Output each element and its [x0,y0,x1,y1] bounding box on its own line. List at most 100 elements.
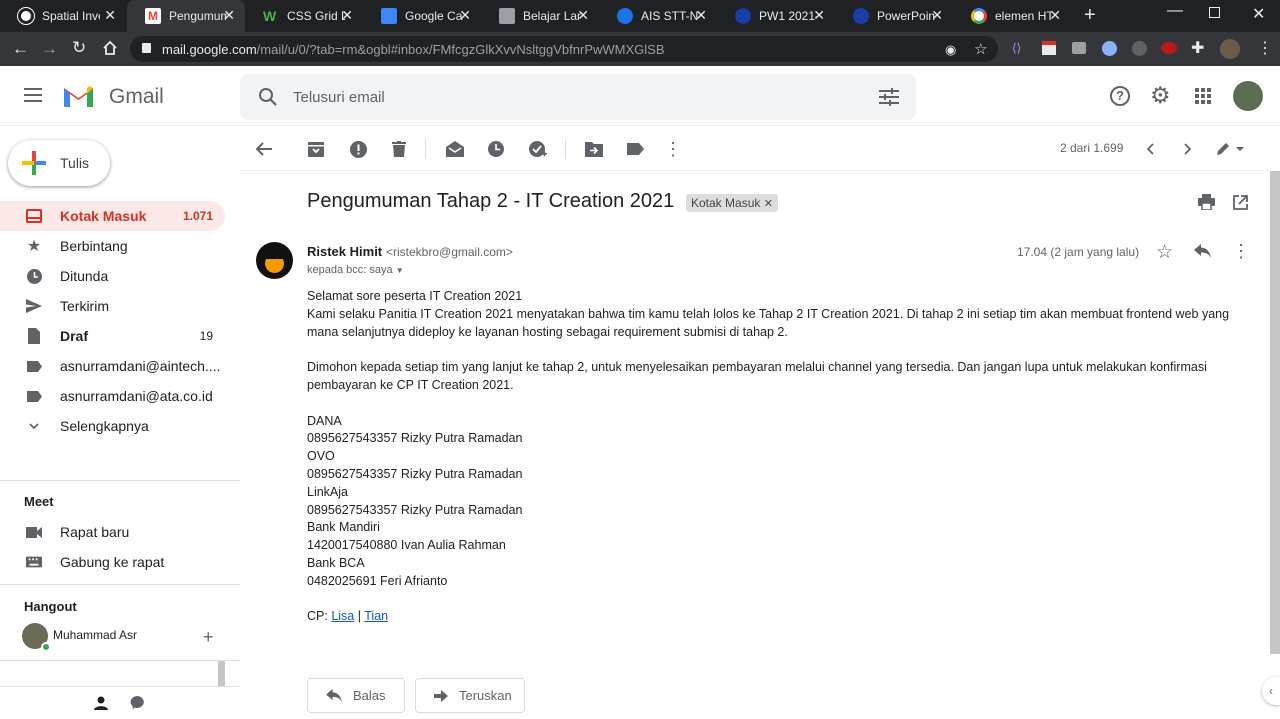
sidebar-item-drafts[interactable]: Draf 19 [0,321,225,351]
sidebar-item-label-ata[interactable]: asnurramdani@ata.co.id [0,381,225,411]
browser-tab[interactable]: Belajar Lang ✕ [481,0,599,32]
sidebar-item-sent[interactable]: Terkirim [0,291,225,321]
move-to-button[interactable] [584,139,604,159]
add-to-tasks-button[interactable] [528,139,548,159]
cp-link-tian[interactable]: Tian [364,609,388,623]
mark-unread-button[interactable] [445,139,465,159]
main-menu-icon[interactable] [24,88,42,102]
remove-label-icon[interactable]: ✕ [764,198,773,210]
close-tab-icon[interactable]: ✕ [931,7,943,24]
minimize-icon[interactable]: — [1167,2,1183,20]
sidebar-item-starred[interactable]: ★ Berbintang [0,231,225,261]
back-icon[interactable]: ← [12,39,29,59]
search-box[interactable]: Telusuri email [240,74,916,120]
browser-tab[interactable]: Spatial Inve ✕ [0,0,126,32]
close-tab-icon[interactable]: ✕ [459,7,471,24]
snooze-button[interactable] [486,139,506,159]
close-tab-icon[interactable]: ✕ [813,7,825,24]
print-icon[interactable] [1198,194,1215,210]
reply-button[interactable]: Balas [307,678,405,713]
sidebar-item-label-aintech[interactable]: asnurramdani@aintech.... [0,351,225,381]
main-scrollbar[interactable] [1270,171,1280,654]
back-to-inbox-button[interactable] [254,139,274,159]
sidebar: Tulis Kotak Masuk 1.071 ★ Berbintang Dit… [0,127,240,719]
delete-button[interactable] [389,139,409,159]
browser-tab[interactable]: Google Calc ✕ [363,0,481,32]
meet-join-meeting[interactable]: Gabung ke rapat [0,547,225,577]
window-close-icon[interactable]: ✕ [1252,4,1265,24]
meet-new-meeting[interactable]: Rapat baru [0,517,225,547]
browser-tab[interactable]: PW1 2021- ✕ [717,0,835,32]
reload-icon[interactable]: ↻ [72,38,86,58]
sender-avatar[interactable] [256,242,293,279]
side-panel-toggle-icon[interactable]: ‹ [1262,677,1280,705]
more-actions-icon[interactable]: ⋮ [663,139,683,159]
browser-tab[interactable]: W CSS Grid La ✕ [245,0,363,32]
sidebar-item-snoozed[interactable]: Ditunda [0,261,225,291]
star-icon[interactable]: ☆ [974,40,987,58]
extension-icon[interactable] [1161,42,1177,54]
extension-icon[interactable] [1042,41,1056,55]
account-avatar[interactable] [1233,81,1263,111]
caret-down-icon[interactable]: ▼ [396,266,404,275]
eye-icon[interactable]: ◉ [945,42,956,58]
close-tab-icon[interactable]: ✕ [577,7,589,24]
report-spam-button[interactable] [348,139,368,159]
open-new-window-icon[interactable] [1233,195,1248,210]
close-tab-icon[interactable]: ✕ [104,7,116,24]
settings-gear-icon[interactable]: ⚙ [1150,82,1171,109]
message-action-bar: ⋮ 2 dari 1.699 [240,127,1270,171]
archive-button[interactable] [306,139,326,159]
apps-grid-icon[interactable] [1195,88,1211,104]
message-subject: Pengumuman Tahap 2 - IT Creation 2021 [307,190,675,212]
extension-icon[interactable]: ⟨⟩ [1012,41,1021,55]
sidebar-item-inbox[interactable]: Kotak Masuk 1.071 [0,201,225,231]
contacts-person-icon[interactable] [94,696,108,710]
hangout-user-name[interactable]: Muhammad Asr [53,628,137,642]
browser-tab[interactable]: PowerPoint ✕ [835,0,953,32]
close-tab-icon[interactable]: ✕ [223,7,235,24]
compose-button[interactable]: Tulis [8,140,110,186]
maximize-icon[interactable] [1209,7,1220,18]
forward-button[interactable]: Teruskan [415,678,525,713]
close-tab-icon[interactable]: ✕ [341,7,353,24]
video-camera-icon [26,524,42,540]
input-tools-button[interactable] [1214,139,1246,159]
browser-menu-icon[interactable]: ⋮ [1257,38,1273,58]
message-more-icon[interactable]: ⋮ [1232,241,1250,262]
extension-icon[interactable] [1132,41,1147,56]
home-icon[interactable] [102,40,118,56]
sidebar-scrollbar[interactable] [218,661,225,687]
older-button[interactable] [1178,139,1198,159]
puzzle-icon[interactable]: ✚ [1191,38,1204,58]
help-icon[interactable]: ? [1110,86,1130,106]
browser-tab[interactable]: elemen HTM ✕ [953,0,1071,32]
new-tab-icon[interactable]: + [1084,4,1096,27]
sidebar-item-more[interactable]: Selengkapnya [0,411,225,441]
search-options-icon[interactable] [879,88,899,106]
payment-line: Bank BCA [307,555,365,570]
close-tab-icon[interactable]: ✕ [1049,7,1061,24]
search-input[interactable]: Telusuri email [293,89,385,106]
address-bar[interactable]: mail.google.com/mail/u/0/?tab=rm&ogbl#in… [130,36,998,62]
reply-icon[interactable] [1194,244,1211,258]
camera-icon[interactable] [1072,42,1086,54]
chat-bubble-icon[interactable] [130,696,144,710]
forward-icon[interactable]: → [41,39,58,59]
gmail-logo-icon[interactable] [62,84,95,109]
search-icon[interactable] [258,87,278,107]
inbox-label-chip[interactable]: Kotak Masuk ✕ [686,194,778,212]
cp-link-lisa[interactable]: Lisa [331,609,354,623]
profile-avatar[interactable] [1220,39,1240,59]
browser-tab-active[interactable]: M Pengumum ✕ [127,0,245,32]
app-name: Gmail [109,85,164,108]
sidebar-item-label: Draf [60,328,89,344]
extension-icon[interactable] [1102,41,1117,56]
star-message-icon[interactable]: ☆ [1156,241,1173,264]
close-tab-icon[interactable]: ✕ [695,7,707,24]
newer-button[interactable] [1140,139,1160,159]
browser-tab[interactable]: AIS STT-NF ✕ [599,0,717,32]
recipient-details[interactable]: kepada bcc: saya ▼ [307,264,404,276]
labels-button[interactable] [625,139,645,159]
add-hangout-icon[interactable]: + [203,627,214,648]
